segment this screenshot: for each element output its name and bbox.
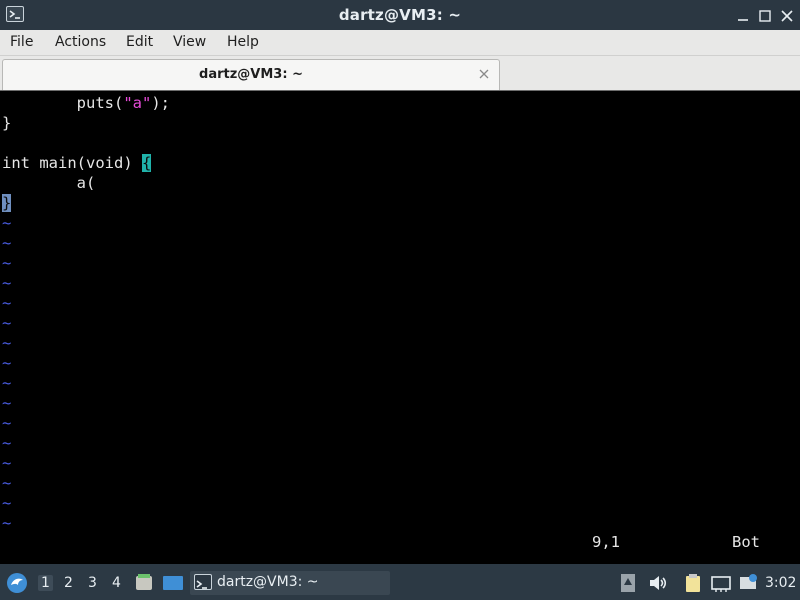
start-menu-icon[interactable] (6, 572, 28, 594)
menu-help[interactable]: Help (227, 34, 259, 50)
code-line-4: int main(void) { (2, 154, 152, 172)
cursor-position: 9,1 (592, 533, 620, 551)
tab-label: dartz@VM3: ~ (199, 67, 303, 82)
empty-line-marker: ~ (2, 274, 12, 292)
menu-view[interactable]: View (173, 34, 206, 50)
empty-line-marker: ~ (2, 494, 12, 512)
menu-edit[interactable]: Edit (126, 34, 153, 50)
terminal-area[interactable]: puts("a"); } int main(void) { a( } ~ ~ ~… (0, 90, 800, 564)
scroll-position: Bot (732, 533, 760, 551)
terminal-tab[interactable]: dartz@VM3: ~ (2, 59, 500, 90)
network-icon[interactable] (710, 573, 732, 597)
empty-line-marker: ~ (2, 434, 12, 452)
window-title: dartz@VM3: ~ (338, 6, 462, 24)
empty-line-marker: ~ (2, 254, 12, 272)
empty-line-marker: ~ (2, 354, 12, 372)
file-manager-icon[interactable] (134, 573, 154, 597)
taskbar: 1 2 3 4 dartz@VM3: ~ 3:02 (0, 566, 800, 600)
menu-bar: File Actions Edit View Help (0, 30, 800, 56)
clock: 3:02 (765, 575, 797, 591)
empty-line-marker: ~ (2, 374, 12, 392)
empty-line-marker: ~ (2, 394, 12, 412)
empty-line-marker: ~ (2, 314, 12, 332)
code-line-2: } (2, 114, 12, 132)
tab-close-icon[interactable] (477, 66, 491, 80)
window-titlebar: dartz@VM3: ~ (0, 0, 800, 30)
empty-line-marker: ~ (2, 514, 12, 532)
empty-line-marker: ~ (2, 214, 12, 232)
workspace-4[interactable]: 4 (112, 575, 121, 591)
code-line-1: puts("a"); (2, 94, 170, 112)
task-terminal[interactable]: dartz@VM3: ~ (190, 571, 390, 595)
terminal-task-icon (194, 574, 212, 590)
workspace-2[interactable]: 2 (64, 575, 73, 591)
volume-icon[interactable] (648, 573, 668, 597)
task-label: dartz@VM3: ~ (217, 574, 319, 590)
maximize-icon[interactable] (758, 8, 772, 22)
minimize-icon[interactable] (736, 8, 750, 22)
close-icon[interactable] (780, 8, 794, 22)
code-line-6: } (2, 193, 12, 213)
string-literal: "a" (123, 94, 152, 112)
clipboard-icon[interactable] (684, 573, 702, 597)
workspace-1[interactable]: 1 (38, 575, 53, 591)
matched-brace: { (141, 154, 152, 172)
empty-line-marker: ~ (2, 334, 12, 352)
cursor-brace: } (2, 194, 12, 212)
code-line-5: a( (2, 174, 96, 192)
empty-line-marker: ~ (2, 294, 12, 312)
show-desktop-icon[interactable] (162, 573, 184, 597)
workspace-3[interactable]: 3 (88, 575, 97, 591)
empty-line-marker: ~ (2, 414, 12, 432)
empty-line-marker: ~ (2, 454, 12, 472)
scroll-indicator-icon[interactable] (620, 573, 636, 597)
menu-actions[interactable]: Actions (55, 34, 106, 50)
tab-bar: dartz@VM3: ~ (0, 56, 800, 90)
empty-line-marker: ~ (2, 474, 12, 492)
empty-line-marker: ~ (2, 234, 12, 252)
menu-file[interactable]: File (10, 34, 33, 50)
notification-icon[interactable] (738, 573, 758, 597)
